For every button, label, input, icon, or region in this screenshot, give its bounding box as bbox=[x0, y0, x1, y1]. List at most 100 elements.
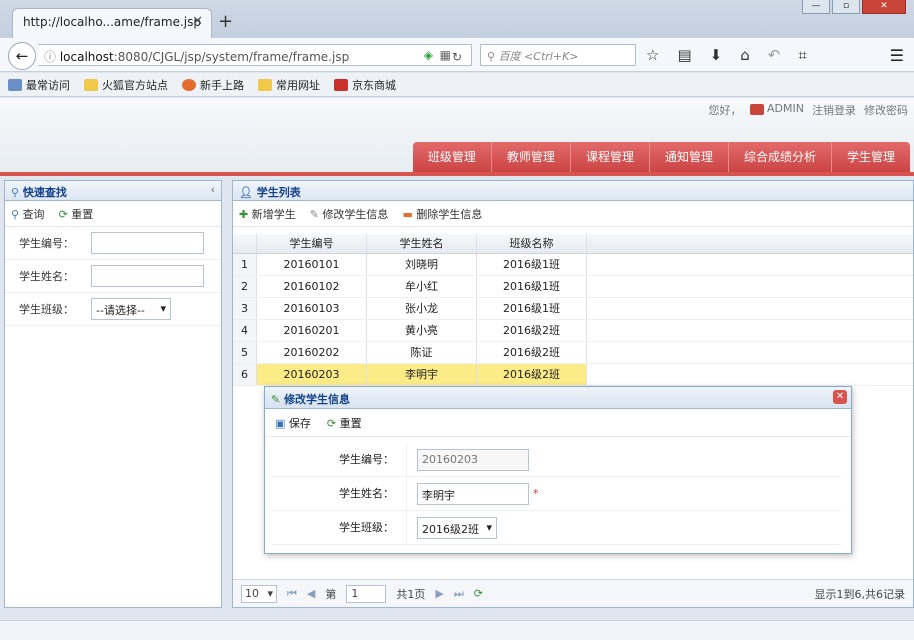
refresh-icon: ⟳ bbox=[58, 208, 68, 221]
quick-search-panel: ⚲ 快速查找 ‹ ⚲ 查询 ⟳ 重置 学生编号： 学生姓名： 学生班级： --请… bbox=[4, 180, 222, 608]
nav-teacher[interactable]: 教师管理 bbox=[492, 142, 571, 172]
browser-tab-bar: http://localho...ame/frame.jsp ✕ + — ▫ ✕ bbox=[0, 0, 914, 38]
home-icon[interactable]: ⌂ bbox=[740, 46, 750, 64]
student-no-label: 学生编号： bbox=[19, 237, 74, 250]
url-bar[interactable]: ⓘ localhost:8080/CJGL/jsp/system/frame/f… bbox=[38, 44, 472, 66]
close-tab-icon[interactable]: ✕ bbox=[192, 14, 203, 29]
refresh-icon[interactable]: ⟳ bbox=[474, 587, 483, 600]
plus-icon: ✚ bbox=[239, 208, 249, 221]
delete-student-button[interactable]: ▬ 删除学生信息 bbox=[402, 206, 482, 221]
reload-icon[interactable]: ↻ bbox=[452, 50, 462, 64]
nav-class[interactable]: 班级管理 bbox=[413, 142, 492, 172]
browser-nav-bar: ← ⓘ localhost:8080/CJGL/jsp/system/frame… bbox=[0, 38, 914, 72]
reader-icon[interactable]: ▤ bbox=[677, 46, 691, 64]
new-tab-icon[interactable]: + bbox=[218, 11, 233, 32]
folder-icon bbox=[84, 78, 98, 91]
student-name-field[interactable]: 李明宇 bbox=[417, 482, 529, 505]
page-size-select[interactable]: 10 bbox=[241, 584, 277, 603]
dialog-title: 修改学生信息 bbox=[284, 393, 351, 406]
nav-course[interactable]: 课程管理 bbox=[571, 142, 650, 172]
column-header[interactable]: 学生姓名 bbox=[367, 234, 477, 253]
edit-student-button[interactable]: ✎ 修改学生信息 bbox=[310, 206, 389, 221]
grid-header: 学生编号 学生姓名 班级名称 bbox=[233, 234, 913, 254]
first-page-icon[interactable]: ⏮ bbox=[287, 587, 297, 601]
search-icon: ⚲ bbox=[11, 186, 23, 199]
student-no-field[interactable]: 20160203 bbox=[417, 448, 529, 471]
bookmark-item[interactable]: 最常访问 bbox=[8, 77, 70, 92]
browser-tab[interactable]: http://localho...ame/frame.jsp ✕ bbox=[12, 8, 212, 38]
student-no-label: 学生编号： bbox=[271, 442, 407, 477]
last-page-icon[interactable]: ⏭ bbox=[454, 587, 464, 601]
bookmark-item[interactable]: 常用网址 bbox=[258, 77, 320, 92]
bookmark-item[interactable]: 新手上路 bbox=[182, 77, 244, 92]
search-icon: ⚲ bbox=[487, 50, 499, 63]
next-page-icon[interactable]: ▶ bbox=[435, 587, 443, 600]
class-select[interactable]: 2016级2班 bbox=[417, 516, 497, 539]
row-number-header bbox=[233, 234, 257, 253]
search-placeholder: 百度 <Ctrl+K> bbox=[498, 50, 579, 63]
query-button[interactable]: ⚲ 查询 bbox=[11, 206, 45, 221]
user-name: ADMIN bbox=[749, 102, 804, 118]
student-name-label: 学生姓名： bbox=[271, 476, 407, 511]
nav-notice[interactable]: 通知管理 bbox=[650, 142, 729, 172]
search-input[interactable]: ⚲ 百度 <Ctrl+K> bbox=[480, 44, 636, 66]
collapse-icon[interactable]: ‹ bbox=[211, 183, 215, 196]
panel-header: 👤︎ 学生列表 bbox=[233, 181, 913, 201]
change-password-link[interactable]: 修改密码 bbox=[864, 102, 908, 118]
minimize-icon[interactable]: — bbox=[802, 0, 830, 14]
info-icon[interactable]: ⓘ bbox=[44, 50, 56, 64]
window-close-icon[interactable]: ✕ bbox=[862, 0, 906, 14]
menu-icon[interactable]: ☰ bbox=[890, 46, 904, 65]
class-select[interactable]: --请选择-- bbox=[91, 298, 171, 320]
table-row[interactable]: 3 20160103 张小龙 2016级1班 bbox=[233, 298, 913, 320]
nav-score[interactable]: 综合成绩分析 bbox=[729, 142, 832, 172]
reset-button[interactable]: ⟳ 重置 bbox=[327, 415, 362, 430]
search-toolbar: ⚲ 查询 ⟳ 重置 bbox=[5, 201, 221, 227]
download-icon[interactable]: ⬇ bbox=[710, 46, 723, 64]
reset-button[interactable]: ⟳ 重置 bbox=[59, 206, 94, 221]
table-row[interactable]: 1 20160101 刘晓明 2016级1班 bbox=[233, 254, 913, 276]
page-number-input[interactable]: 1 bbox=[346, 584, 387, 603]
close-icon[interactable]: ✕ bbox=[833, 390, 847, 404]
class-label: 学生班级： bbox=[19, 303, 74, 316]
student-no-row: 学生编号： bbox=[5, 227, 221, 260]
user-icon: 👤︎ bbox=[239, 186, 257, 199]
student-no-input[interactable] bbox=[91, 232, 204, 254]
bookmark-item[interactable]: 京东商城 bbox=[334, 77, 396, 92]
table-row-selected[interactable]: 6 20160203 李明宇 2016级2班 bbox=[233, 364, 913, 386]
bookmark-item[interactable]: 火狐官方站点 bbox=[84, 77, 168, 92]
qrcode-icon[interactable]: ▦ bbox=[440, 48, 451, 62]
app-header: 您好， ADMIN 注销登录 修改密码 班级管理 教师管理 课程管理 通知管理 … bbox=[0, 98, 914, 176]
pencil-icon: ✎ bbox=[271, 393, 281, 406]
column-header[interactable]: 学生编号 bbox=[257, 234, 367, 253]
undo-icon[interactable]: ↶ bbox=[768, 46, 781, 64]
minus-icon: ▬ bbox=[402, 208, 413, 221]
url-path: :8080/CJGL/jsp/system/frame/frame.jsp bbox=[113, 50, 350, 64]
greeting: 您好， bbox=[708, 104, 742, 117]
student-name-input[interactable] bbox=[91, 265, 204, 287]
column-header[interactable]: 班级名称 bbox=[477, 234, 587, 253]
back-icon[interactable]: ← bbox=[8, 42, 36, 70]
star-icon[interactable]: ☆ bbox=[646, 46, 659, 64]
required-mark: * bbox=[533, 487, 539, 500]
class-row: 学生班级： --请选择-- bbox=[5, 293, 221, 326]
logout-link[interactable]: 注销登录 bbox=[812, 102, 856, 118]
search-icon: ⚲ bbox=[11, 208, 20, 221]
add-student-button[interactable]: ✚ 新增学生 bbox=[239, 206, 296, 221]
edit-student-dialog: ✎ 修改学生信息 ✕ ▣ 保存 ⟳ 重置 学生编号： 20160203 学生姓名… bbox=[264, 386, 852, 554]
student-name-row: 学生姓名： 李明宇 * bbox=[271, 476, 841, 511]
table-row[interactable]: 4 20160201 黄小亮 2016级2班 bbox=[233, 320, 913, 342]
table-row[interactable]: 2 20160102 牟小红 2016级1班 bbox=[233, 276, 913, 298]
screenshot-icon[interactable]: ⌗ bbox=[798, 46, 806, 64]
save-icon: ▣ bbox=[275, 417, 286, 430]
refresh-icon: ⟳ bbox=[326, 417, 337, 430]
maximize-icon[interactable]: ▫ bbox=[832, 0, 860, 14]
page-info: 显示1到6,共6记录 bbox=[814, 587, 906, 601]
prev-page-icon[interactable]: ◀ bbox=[307, 587, 315, 600]
save-button[interactable]: ▣ 保存 bbox=[275, 415, 311, 430]
main-nav: 班级管理 教师管理 课程管理 通知管理 综合成绩分析 学生管理 bbox=[412, 142, 910, 172]
shield-icon[interactable]: ◈ bbox=[424, 48, 433, 62]
nav-student[interactable]: 学生管理 bbox=[832, 142, 910, 172]
wrench-icon: ✎ bbox=[309, 208, 319, 221]
table-row[interactable]: 5 20160202 陈证 2016级2班 bbox=[233, 342, 913, 364]
